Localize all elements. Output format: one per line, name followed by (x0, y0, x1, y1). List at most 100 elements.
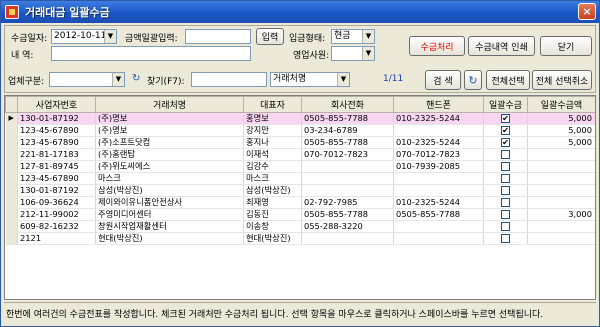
cell-mobile[interactable]: 070-7012-7823 (393, 148, 484, 161)
cell-mobile[interactable]: 010-2325-5244 (393, 136, 484, 149)
batch-collect-checkbox[interactable] (501, 162, 510, 171)
cell-mobile[interactable] (393, 184, 484, 197)
cell-mobile[interactable] (393, 172, 484, 185)
cell-mobile[interactable] (393, 220, 484, 233)
search-button[interactable]: 검 색 (425, 70, 461, 90)
cell-company-phone[interactable]: 03-234-6789 (301, 124, 394, 137)
cell-batch-collect[interactable]: ✔ (483, 136, 528, 149)
cell-company-phone[interactable] (301, 232, 394, 245)
cell-batch-collect[interactable] (483, 160, 528, 173)
cell-batch-collect[interactable] (483, 232, 528, 245)
table-row[interactable]: 2121 현대(박상진) 현대(박상진) (5, 232, 595, 245)
cell-company-phone[interactable] (301, 172, 394, 185)
print-collection-button[interactable]: 수금내역 인쇄 (468, 36, 535, 56)
cell-batch-collect[interactable] (483, 196, 528, 209)
deselect-all-button[interactable]: 전체 선택취소 (532, 70, 592, 90)
cell-biz-no[interactable]: 609-82-16232 (17, 220, 96, 233)
table-row[interactable]: 212-11-99002 주영미디어센터 김동진 0505-855-7788 0505-… (5, 208, 595, 221)
cell-customer-name[interactable]: (주)홈랜탑 (95, 148, 244, 161)
table-row[interactable]: 123-45-67890 (주)명보 강지만 03-234-6789 ✔ 5,000 (5, 124, 595, 137)
batch-collect-checkbox[interactable]: ✔ (501, 138, 510, 147)
cell-batch-collect[interactable] (483, 208, 528, 221)
cell-company-phone[interactable]: 055-288-3220 (301, 220, 394, 233)
cell-biz-no[interactable]: 212-11-99002 (17, 208, 96, 221)
cell-mobile[interactable] (393, 124, 484, 137)
refresh-button[interactable]: ↻ (464, 70, 482, 90)
batch-collect-checkbox[interactable] (501, 234, 510, 243)
cell-ceo[interactable]: 강지만 (243, 124, 302, 137)
cell-ceo[interactable]: 마스크 (243, 172, 302, 185)
header-ceo[interactable]: 대표자 (243, 96, 302, 113)
header-customer-name[interactable]: 거래처명 (95, 96, 244, 113)
collect-button[interactable]: 수금처리 (409, 36, 465, 56)
batch-collect-checkbox[interactable] (501, 222, 510, 231)
cell-batch-amount[interactable]: 5,000 (527, 136, 595, 149)
cell-ceo[interactable]: 이재석 (243, 148, 302, 161)
cell-ceo[interactable]: 홍명보 (243, 112, 302, 125)
table-row[interactable]: 123-45-67890 (주)소프트닷컴 홍지나 0505-855-7788 010-… (5, 136, 595, 149)
cell-mobile[interactable] (393, 232, 484, 245)
table-row[interactable]: 609-82-16232 창원시작업재활센터 이송창 055-288-3220 (5, 220, 595, 233)
cell-company-phone[interactable]: 0505-855-7788 (301, 208, 394, 221)
cell-customer-name[interactable]: 마스크 (95, 172, 244, 185)
batch-collect-checkbox[interactable] (501, 150, 510, 159)
cell-batch-collect[interactable] (483, 148, 528, 161)
cell-batch-amount[interactable] (527, 232, 595, 245)
cell-customer-name[interactable]: 주영미디어센터 (95, 208, 244, 221)
cell-mobile[interactable]: 010-2325-5244 (393, 196, 484, 209)
cell-ceo[interactable]: 김강수 (243, 160, 302, 173)
cell-batch-collect[interactable]: ✔ (483, 112, 528, 125)
find-input[interactable] (191, 72, 267, 87)
cell-batch-collect[interactable] (483, 172, 528, 185)
cell-batch-amount[interactable] (527, 220, 595, 233)
cell-company-phone[interactable]: 02-792-7985 (301, 196, 394, 209)
cell-ceo[interactable]: 삼성(박상진) (243, 184, 302, 197)
cell-biz-no[interactable]: 221-81-17183 (17, 148, 96, 161)
sales-select[interactable]: ▼ (331, 46, 375, 61)
cell-mobile[interactable]: 0505-855-7788 (393, 208, 484, 221)
cell-batch-amount[interactable]: 3,000 (527, 208, 595, 221)
header-company-phone[interactable]: 회사전화 (301, 96, 394, 113)
cell-ceo[interactable]: 최재영 (243, 196, 302, 209)
cell-batch-amount[interactable]: 5,000 (527, 124, 595, 137)
table-row[interactable]: 130-01-87192 삼성(박상진) 삼성(박상진) (5, 184, 595, 197)
cell-customer-name[interactable]: 창원시작업재활센터 (95, 220, 244, 233)
cell-customer-name[interactable]: 현대(박상진) (95, 232, 244, 245)
cell-batch-amount[interactable] (527, 148, 595, 161)
grid-body[interactable]: 사업자번호 거래처명 대표자 회사전화 핸드폰 일괄수금 일괄수금액 ▶ 130-… (4, 95, 596, 300)
cell-company-phone[interactable] (301, 184, 394, 197)
table-row[interactable]: ▶ 130-01-87192 (주)명보 홍명보 0505-855-7788 010-23… (5, 112, 595, 125)
cell-mobile[interactable]: 010-7939-2085 (393, 160, 484, 173)
cell-company-phone[interactable]: 070-7012-7823 (301, 148, 394, 161)
input-button[interactable]: 입력 (256, 28, 284, 45)
header-batch-amount[interactable]: 일괄수금액 (527, 96, 595, 113)
date-picker[interactable]: 2012-10-11 ▼ (51, 29, 117, 44)
cell-company-phone[interactable]: 0505-855-7788 (301, 136, 394, 149)
cell-biz-no[interactable]: 130-01-87192 (17, 184, 96, 197)
cell-biz-no[interactable]: 123-45-67890 (17, 136, 96, 149)
amount-input[interactable] (185, 29, 251, 44)
cell-batch-amount[interactable] (527, 160, 595, 173)
cell-ceo[interactable]: 현대(박상진) (243, 232, 302, 245)
table-row[interactable]: 106-09-36624 제이와이유니폼안전상사 최재영 02-792-7985 010… (5, 196, 595, 209)
type-select[interactable]: 현금 ▼ (331, 29, 375, 44)
cell-customer-name[interactable]: (주)명보 (95, 124, 244, 137)
find-field-select[interactable]: 거래처명 ▼ (270, 72, 350, 87)
batch-collect-checkbox[interactable] (501, 186, 510, 195)
header-mobile[interactable]: 핸드폰 (393, 96, 484, 113)
header-batch-collect[interactable]: 일괄수금 (483, 96, 528, 113)
cell-batch-amount[interactable] (527, 184, 595, 197)
cell-customer-name[interactable]: (주)소프트닷컴 (95, 136, 244, 149)
cell-ceo[interactable]: 김동진 (243, 208, 302, 221)
cell-batch-amount[interactable] (527, 196, 595, 209)
cell-customer-name[interactable]: (주)위도씨에스 (95, 160, 244, 173)
batch-collect-checkbox[interactable]: ✔ (501, 114, 510, 123)
table-row[interactable]: 123-45-67890 마스크 마스크 (5, 172, 595, 185)
cell-ceo[interactable]: 홍지나 (243, 136, 302, 149)
cell-biz-no[interactable]: 123-45-67890 (17, 124, 96, 137)
select-all-button[interactable]: 전체선택 (486, 70, 530, 90)
cell-biz-no[interactable]: 106-09-36624 (17, 196, 96, 209)
cell-ceo[interactable]: 이송창 (243, 220, 302, 233)
batch-collect-checkbox[interactable] (501, 210, 510, 219)
cell-mobile[interactable]: 010-2325-5244 (393, 112, 484, 125)
